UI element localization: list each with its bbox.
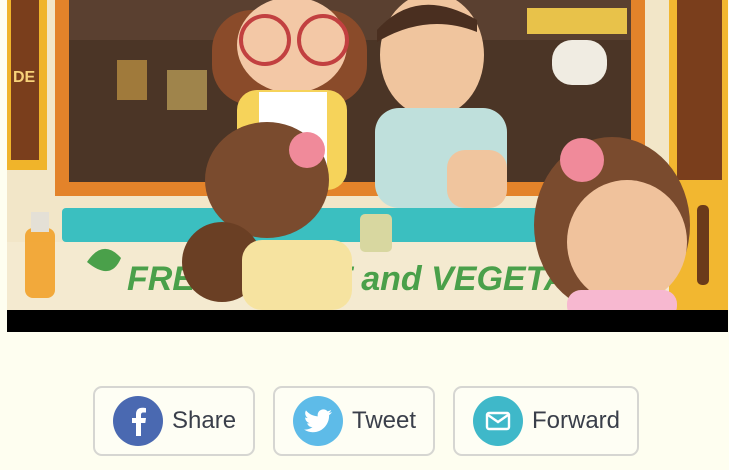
twitter-bird-icon <box>293 396 343 446</box>
share-button[interactable]: Share <box>93 386 255 456</box>
share-button-label: Share <box>172 407 237 434</box>
facebook-icon <box>113 396 163 446</box>
side-sign-text: DE <box>13 69 36 86</box>
share-bar: Share Tweet Forward <box>0 386 729 458</box>
hero-illustration: DE FRESH FRUIT and VEGETABLES <box>7 0 728 332</box>
forward-button[interactable]: Forward <box>453 386 639 456</box>
tweet-button-label: Tweet <box>352 407 417 434</box>
tweet-button[interactable]: Tweet <box>273 386 435 456</box>
envelope-icon <box>473 396 523 446</box>
animated-scene-image: DE FRESH FRUIT and VEGETABLES <box>7 0 728 332</box>
forward-button-label: Forward <box>532 407 621 434</box>
